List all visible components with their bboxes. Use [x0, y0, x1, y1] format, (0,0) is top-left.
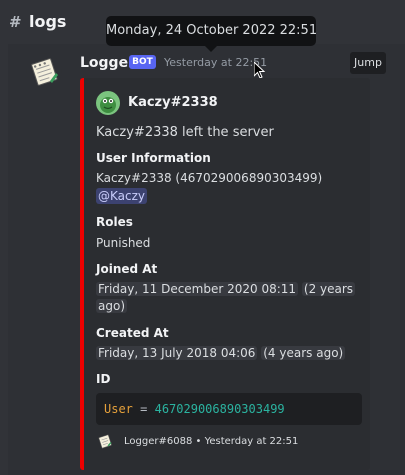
created-at-timestamp[interactable]: Friday, 13 July 2018 04:06 [96, 346, 258, 360]
joined-at-relative-wrap[interactable]: ago) [96, 299, 127, 313]
channel-name: logs [29, 12, 67, 31]
embed-description: Kaczy#2338 left the server [96, 125, 274, 140]
user-mention[interactable]: @Kaczy [96, 188, 148, 204]
footer-name: Logger#6088 [124, 436, 193, 447]
code-value: 467029006890303499 [154, 402, 285, 416]
created-at-relative[interactable]: (4 years ago) [261, 346, 346, 360]
field-name-joined-at: Joined At [96, 262, 158, 276]
timestamp-tooltip: Monday, 24 October 2022 22:51 [106, 16, 317, 46]
bot-avatar[interactable] [26, 53, 62, 89]
field-value-created-at: Friday, 13 July 2018 04:06 (4 years ago) [96, 346, 346, 360]
field-value-joined-at-wrap: ago) [96, 299, 127, 313]
id-code-block: User = 467029006890303499 [96, 393, 362, 425]
field-name-roles: Roles [96, 215, 133, 229]
joined-at-relative[interactable]: (2 years [301, 282, 356, 296]
embed-footer: Logger#6088 • Yesterday at 22:51 [124, 436, 298, 447]
field-value-roles: Punished [96, 236, 151, 250]
embed-author-name[interactable]: Kaczy#2338 [128, 95, 218, 110]
field-name-id: ID [96, 372, 111, 386]
message-author[interactable]: Logger [80, 55, 135, 71]
code-key: User [104, 402, 133, 416]
jump-button[interactable]: Jump [350, 52, 386, 74]
footer-separator: • [195, 436, 202, 447]
joined-at-timestamp[interactable]: Friday, 11 December 2020 08:11 [96, 282, 299, 296]
field-name-created-at: Created At [96, 326, 169, 340]
footer-timestamp: Yesterday at 22:51 [204, 436, 299, 447]
hash-icon: # [9, 13, 22, 31]
message-timestamp[interactable]: Yesterday at 22:51 [164, 56, 267, 69]
field-value-joined-at: Friday, 11 December 2020 08:11 (2 years [96, 282, 356, 296]
field-name-user-information: User Information [96, 151, 211, 165]
tooltip-arrow [205, 46, 217, 52]
bot-badge: BOT [129, 55, 156, 69]
code-operator: = [140, 402, 148, 416]
field-value-user-information: Kaczy#2338 (467029006890303499) [96, 171, 323, 185]
embed-author-avatar[interactable] [96, 91, 120, 115]
embed-accent-bar [80, 78, 84, 470]
footer-icon [98, 434, 112, 449]
